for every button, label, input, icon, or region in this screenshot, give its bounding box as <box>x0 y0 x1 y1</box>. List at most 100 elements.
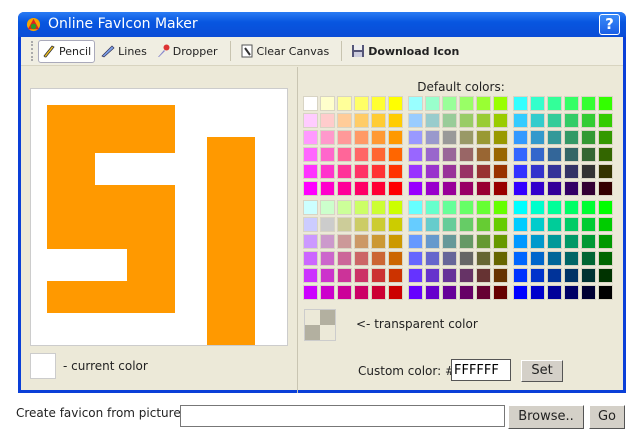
browse-button[interactable]: Browse.. <box>508 405 584 429</box>
color-swatch[interactable] <box>530 200 545 215</box>
color-swatch[interactable] <box>337 285 352 300</box>
color-swatch[interactable] <box>337 96 352 111</box>
color-swatch[interactable] <box>354 268 369 283</box>
color-swatch[interactable] <box>303 164 318 179</box>
color-swatch[interactable] <box>581 164 596 179</box>
color-swatch[interactable] <box>320 200 335 215</box>
color-swatch[interactable] <box>564 200 579 215</box>
color-swatch[interactable] <box>547 217 562 232</box>
color-swatch[interactable] <box>303 234 318 249</box>
color-swatch[interactable] <box>354 130 369 145</box>
color-swatch[interactable] <box>408 181 423 196</box>
color-swatch[interactable] <box>581 130 596 145</box>
color-swatch[interactable] <box>303 285 318 300</box>
color-swatch[interactable] <box>388 268 403 283</box>
go-button[interactable]: Go <box>589 405 625 429</box>
color-swatch[interactable] <box>442 285 457 300</box>
color-swatch[interactable] <box>354 181 369 196</box>
color-swatch[interactable] <box>476 96 491 111</box>
color-swatch[interactable] <box>388 113 403 128</box>
color-swatch[interactable] <box>530 234 545 249</box>
color-swatch[interactable] <box>408 285 423 300</box>
lines-tool-button[interactable]: Lines <box>98 40 150 63</box>
color-swatch[interactable] <box>547 285 562 300</box>
color-swatch[interactable] <box>388 96 403 111</box>
color-swatch[interactable] <box>388 147 403 162</box>
color-swatch[interactable] <box>303 113 318 128</box>
color-swatch[interactable] <box>408 234 423 249</box>
color-swatch[interactable] <box>337 147 352 162</box>
color-swatch[interactable] <box>513 268 528 283</box>
color-swatch[interactable] <box>598 164 613 179</box>
color-swatch[interactable] <box>581 234 596 249</box>
color-swatch[interactable] <box>371 268 386 283</box>
picture-file-input[interactable] <box>180 405 505 427</box>
color-swatch[interactable] <box>530 268 545 283</box>
color-swatch[interactable] <box>564 268 579 283</box>
color-swatch[interactable] <box>493 147 508 162</box>
color-swatch[interactable] <box>388 234 403 249</box>
color-swatch[interactable] <box>303 130 318 145</box>
color-swatch[interactable] <box>493 113 508 128</box>
color-swatch[interactable] <box>408 164 423 179</box>
color-swatch[interactable] <box>303 217 318 232</box>
custom-color-input[interactable] <box>451 359 511 381</box>
color-swatch[interactable] <box>442 113 457 128</box>
color-swatch[interactable] <box>564 113 579 128</box>
color-swatch[interactable] <box>388 285 403 300</box>
color-swatch[interactable] <box>388 181 403 196</box>
color-swatch[interactable] <box>320 217 335 232</box>
color-swatch[interactable] <box>581 181 596 196</box>
color-swatch[interactable] <box>547 164 562 179</box>
color-swatch[interactable] <box>337 113 352 128</box>
clear-canvas-button[interactable]: Clear Canvas <box>237 40 333 63</box>
color-swatch[interactable] <box>476 200 491 215</box>
color-swatch[interactable] <box>547 268 562 283</box>
color-swatch[interactable] <box>459 217 474 232</box>
color-swatch[interactable] <box>493 181 508 196</box>
color-swatch[interactable] <box>547 113 562 128</box>
color-swatch[interactable] <box>513 234 528 249</box>
color-swatch[interactable] <box>371 251 386 266</box>
color-swatch[interactable] <box>337 251 352 266</box>
color-swatch[interactable] <box>476 234 491 249</box>
color-swatch[interactable] <box>425 181 440 196</box>
color-swatch[interactable] <box>513 217 528 232</box>
color-swatch[interactable] <box>459 147 474 162</box>
color-swatch[interactable] <box>408 217 423 232</box>
color-swatch[interactable] <box>581 251 596 266</box>
color-swatch[interactable] <box>388 217 403 232</box>
color-swatch[interactable] <box>493 285 508 300</box>
color-swatch[interactable] <box>337 268 352 283</box>
color-swatch[interactable] <box>354 113 369 128</box>
color-swatch[interactable] <box>425 130 440 145</box>
color-swatch[interactable] <box>320 113 335 128</box>
color-swatch[interactable] <box>581 285 596 300</box>
color-swatch[interactable] <box>493 130 508 145</box>
color-swatch[interactable] <box>564 285 579 300</box>
color-swatch[interactable] <box>547 181 562 196</box>
color-swatch[interactable] <box>598 285 613 300</box>
color-swatch[interactable] <box>371 200 386 215</box>
color-swatch[interactable] <box>371 130 386 145</box>
color-swatch[interactable] <box>513 251 528 266</box>
color-swatch[interactable] <box>354 285 369 300</box>
color-swatch[interactable] <box>459 96 474 111</box>
color-swatch[interactable] <box>388 130 403 145</box>
color-swatch[interactable] <box>303 251 318 266</box>
color-swatch[interactable] <box>530 130 545 145</box>
color-swatch[interactable] <box>371 181 386 196</box>
download-icon-button[interactable]: Download Icon <box>348 40 462 63</box>
color-swatch[interactable] <box>408 96 423 111</box>
set-color-button[interactable]: Set <box>521 360 563 382</box>
color-swatch[interactable] <box>425 285 440 300</box>
color-swatch[interactable] <box>598 200 613 215</box>
color-swatch[interactable] <box>598 234 613 249</box>
color-swatch[interactable] <box>476 217 491 232</box>
color-swatch[interactable] <box>493 234 508 249</box>
color-swatch[interactable] <box>442 217 457 232</box>
color-swatch[interactable] <box>598 181 613 196</box>
color-swatch[interactable] <box>425 113 440 128</box>
color-swatch[interactable] <box>564 181 579 196</box>
color-swatch[interactable] <box>337 234 352 249</box>
